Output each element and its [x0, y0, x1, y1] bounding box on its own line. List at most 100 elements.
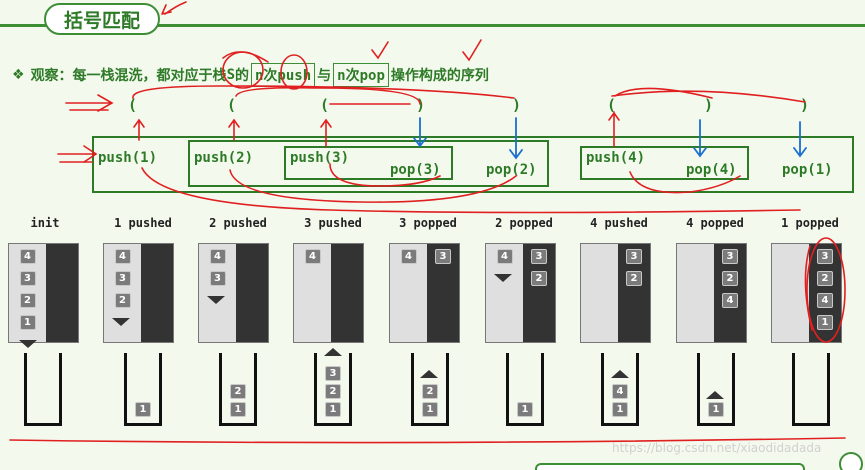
output-queue: 3 2 4 [714, 244, 746, 342]
output-queue: 3 2 4 1 [809, 244, 841, 342]
element-tile: 4 [114, 249, 131, 264]
element-tile: 1 [708, 402, 724, 417]
element-tile: 4 [19, 249, 36, 264]
stack-panel: 3 2 4 1 [771, 243, 842, 343]
stack-cup: 14 [601, 353, 639, 426]
paren-7: ) [704, 96, 714, 114]
step-label: 4 pushed [590, 216, 648, 230]
element-tile: 2 [19, 293, 36, 308]
slide: 括号匹配 ❖ 观察：每一栈混洗，都对应于栈 S 的 n次push 与 n次pop… [0, 0, 865, 470]
element-tile: 3 [19, 271, 36, 286]
headline-text-3: 与 [317, 68, 332, 84]
move-down-arrow [494, 274, 512, 282]
element-tile: 2 [325, 384, 341, 399]
element-tile: 4 [817, 293, 833, 308]
op-push-1: push(1) [98, 150, 158, 166]
paren-3: ( [320, 96, 330, 114]
stack-cup: 1 [124, 353, 162, 426]
stack-panel: 32 [580, 243, 651, 343]
stack-cup: 1 [506, 353, 544, 426]
stack-panel: 3 2 4 [676, 243, 747, 343]
element-tile: 1 [135, 402, 151, 417]
watermark: https://blog.csdn.net/xiaodidadada [612, 441, 822, 455]
stack-cup [24, 353, 62, 426]
op-push-3: push(3) [290, 150, 350, 166]
element-tile: 4 [400, 249, 417, 264]
paren-4: ) [416, 96, 426, 114]
element-tile: 2 [114, 293, 131, 308]
move-down-arrow [112, 318, 130, 326]
op-push-2: push(2) [194, 150, 254, 166]
move-up-arrow [611, 370, 629, 378]
move-up-arrow [706, 391, 724, 399]
headline-text-4: 操作构成的序列 [390, 68, 489, 84]
input-queue: 4 3 2 [104, 244, 141, 342]
input-queue: 4 [486, 244, 523, 342]
element-tile: 2 [531, 271, 547, 286]
element-tile: 2 [230, 384, 246, 399]
push-count-box: n次push [251, 63, 316, 87]
element-tile: 1 [19, 315, 36, 330]
input-queue: 4 3 2 1 [9, 244, 46, 342]
stack-cup: 1 [697, 353, 735, 426]
paren-2: ( [227, 96, 237, 114]
output-queue: 32 [618, 244, 650, 342]
move-down-arrow [207, 296, 225, 304]
op-pop-2: pop(2) [486, 162, 537, 178]
element-tile: 3 [435, 249, 451, 264]
output-queue [141, 244, 173, 342]
step-label: 4 popped [686, 216, 744, 230]
paren-8: ) [800, 96, 810, 114]
headline-text-2: 的 [235, 68, 249, 84]
pop-count-box: n次pop [333, 63, 389, 87]
footer-tab [535, 463, 805, 470]
slide-title: 括号匹配 [44, 3, 160, 35]
step-label: 2 popped [495, 216, 553, 230]
element-tile: 1 [517, 402, 533, 417]
element-tile: 1 [325, 402, 341, 417]
output-queue: 32 [523, 244, 555, 342]
output-queue: 3 [427, 244, 459, 342]
stack-panel: 43 [198, 243, 269, 343]
move-up-arrow [420, 370, 438, 378]
paren-5: ) [512, 96, 522, 114]
op-pop-3: pop(3) [390, 162, 441, 178]
element-tile: 2 [422, 384, 438, 399]
step-label: 3 popped [399, 216, 457, 230]
element-tile: 4 [612, 384, 628, 399]
paren-1: ( [128, 96, 138, 114]
bullet-icon: ❖ [12, 67, 25, 83]
paren-6: ( [607, 96, 617, 114]
stack-cup: 12 [219, 353, 257, 426]
headline-text-1: 观察：每一栈混洗，都对应于栈 [30, 68, 227, 84]
input-queue [772, 244, 809, 342]
step-label: 1 pushed [114, 216, 172, 230]
element-tile: 1 [422, 402, 438, 417]
op-pop-1: pop(1) [782, 162, 833, 178]
output-queue [236, 244, 268, 342]
stack-variable: S [226, 67, 235, 83]
step-label: 3 pushed [304, 216, 362, 230]
element-tile: 3 [817, 249, 833, 264]
element-tile: 4 [496, 249, 513, 264]
nav-circle-button[interactable] [839, 452, 863, 470]
move-down-arrow [19, 340, 37, 348]
element-tile: 4 [722, 293, 738, 308]
stack-panel: 432 [485, 243, 556, 343]
stack-cup: 12 [411, 353, 449, 426]
element-tile: 2 [626, 271, 642, 286]
element-tile: 2 [817, 271, 833, 286]
element-tile: 3 [531, 249, 547, 264]
step-label: 2 pushed [209, 216, 267, 230]
input-queue: 43 [199, 244, 236, 342]
stack-panel: 43 [389, 243, 460, 343]
element-tile: 1 [817, 315, 833, 330]
stack-cup: 1 2 3 [314, 353, 352, 426]
stack-panel: 4 3 2 1 [8, 243, 79, 343]
stack-panel: 4 [293, 243, 364, 343]
element-tile: 3 [325, 366, 341, 381]
element-tile: 4 [304, 249, 321, 264]
input-queue: 4 [390, 244, 427, 342]
element-tile: 3 [626, 249, 642, 264]
op-push-4: push(4) [586, 150, 646, 166]
